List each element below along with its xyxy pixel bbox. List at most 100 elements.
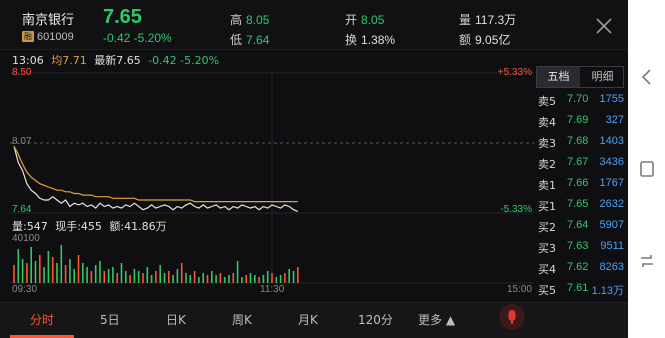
book-label: 卖1: [538, 179, 556, 192]
volume-bar: [266, 271, 269, 283]
book-volume: 1755: [599, 93, 624, 105]
book-volume: 8263: [599, 261, 624, 273]
order-book-tabs: 五档 明细: [536, 66, 624, 88]
volume-bar: [116, 273, 118, 283]
volume-bar: [30, 247, 32, 283]
volume-bar: [206, 275, 209, 283]
volume-bar: [51, 257, 54, 283]
volume-bar: [284, 273, 286, 283]
close-icon[interactable]: [592, 14, 616, 38]
vol-label: 量:547: [12, 220, 48, 233]
volume-bar: [90, 271, 93, 283]
home-icon[interactable]: [636, 158, 658, 180]
tab-intraday[interactable]: 分时: [30, 311, 54, 328]
period-tab-bar: 分时 5日 日K 周K 月K 120分 更多 ▲: [0, 302, 628, 338]
book-price: 7.65: [567, 198, 589, 210]
open-value: 8.05: [361, 13, 385, 27]
volume-bar: [211, 271, 213, 283]
volume-bar: [275, 277, 278, 283]
order-book-row: 买5 7.61 1.13万: [538, 279, 626, 300]
book-label: 卖2: [538, 158, 556, 171]
tab-five-levels[interactable]: 五档: [537, 67, 580, 87]
order-book-row: 卖1 7.66 1767: [538, 174, 626, 195]
book-price: 7.67: [567, 156, 589, 168]
volume-bar: [215, 275, 217, 283]
vol-amount-label: 额:41.86万: [109, 220, 167, 233]
book-volume: 5907: [599, 219, 624, 231]
tab-120min[interactable]: 120分: [358, 311, 393, 328]
volume-bar: [86, 267, 88, 283]
order-book-row: 卖2 7.67 3436: [538, 153, 626, 174]
high-label: 高: [230, 13, 243, 27]
amount-label: 额: [459, 33, 472, 47]
book-volume: 9511: [600, 240, 624, 252]
tab-trade-detail[interactable]: 明细: [581, 67, 624, 87]
quote-high: 高 8.05: [230, 11, 269, 28]
time-mid: 11:30: [260, 284, 285, 295]
volume-bar: [176, 269, 179, 283]
amount-value: 9.05亿: [475, 33, 511, 47]
recent-apps-icon[interactable]: [636, 250, 658, 272]
volume-bar: [73, 269, 75, 283]
stock-code: 601009: [37, 31, 74, 43]
volume-bar: [292, 271, 295, 283]
volume-bar: [245, 275, 247, 283]
volume-bar: [107, 269, 110, 283]
quote-volume: 量 117.3万: [459, 11, 516, 28]
volume-bar: [103, 271, 106, 283]
volume-bar: [228, 275, 230, 283]
volume-bar: [168, 271, 170, 283]
margin-tag: 融: [22, 31, 34, 42]
stock-code-row: 融 601009: [22, 31, 74, 43]
volume-bar: [77, 255, 80, 283]
book-price: 7.68: [567, 135, 589, 147]
volume-info-line: 量:547 现手:455 额:41.86万: [12, 218, 167, 234]
volume-bar: [262, 275, 265, 283]
book-volume: 2632: [599, 198, 624, 210]
tab-5day[interactable]: 5日: [100, 311, 120, 328]
volume-bar: [180, 263, 183, 283]
volume-bar: [193, 271, 196, 283]
quote-amount: 额 9.05亿: [459, 31, 510, 48]
volume-bar: [219, 273, 222, 283]
volume-bar: [39, 255, 41, 283]
turnover-value: 1.38%: [361, 33, 396, 47]
order-book-row: 卖4 7.69 327: [538, 111, 626, 132]
tab-weekly-k[interactable]: 周K: [232, 311, 252, 328]
axis-bottom-pct: -5.33%: [500, 204, 532, 215]
book-volume: 3436: [599, 156, 624, 168]
tab-daily-k[interactable]: 日K: [166, 311, 186, 328]
tab-more[interactable]: 更多 ▲: [418, 311, 455, 328]
volume-bar: [125, 271, 127, 283]
volume-bar: [232, 273, 235, 283]
volume-bar: [150, 275, 153, 283]
turnover-label: 换: [345, 33, 358, 47]
tab-monthly-k[interactable]: 月K: [298, 311, 318, 328]
volume-bar: [47, 251, 50, 283]
volume-bar: [185, 273, 187, 283]
volume-bar: [297, 267, 299, 283]
volume-bar: [288, 269, 290, 283]
volume-bar: [82, 263, 84, 283]
intraday-chart[interactable]: 8.50 8.07 7.64 +5.33% -5.33% 量:547 现手:45…: [10, 65, 534, 297]
order-book-row: 买4 7.62 8263: [538, 258, 626, 279]
volume-bar: [129, 275, 131, 283]
volume-bar: [202, 273, 204, 283]
volume-bar: [142, 273, 144, 283]
volume-bar: [159, 265, 161, 283]
avg-price-line: [13, 146, 298, 203]
volume-bar: [236, 261, 239, 283]
book-price: 7.62: [567, 261, 589, 273]
volume-bar: [112, 267, 114, 283]
quote-turnover: 换 1.38%: [345, 31, 395, 48]
volume-bar: [94, 265, 97, 283]
book-volume: 1767: [599, 177, 624, 189]
volume-bar: [155, 271, 157, 283]
stock-detail-screen: 南京银行 融 601009 7.65 -0.42 -5.20% 高 8.05 低 7.…: [0, 0, 628, 338]
back-icon[interactable]: [636, 66, 658, 88]
voice-button[interactable]: [499, 304, 525, 330]
volume-bar: [21, 259, 24, 283]
volume-bar: [43, 267, 45, 283]
volume-axis-max: 40100: [12, 233, 40, 244]
open-label: 开: [345, 13, 358, 27]
